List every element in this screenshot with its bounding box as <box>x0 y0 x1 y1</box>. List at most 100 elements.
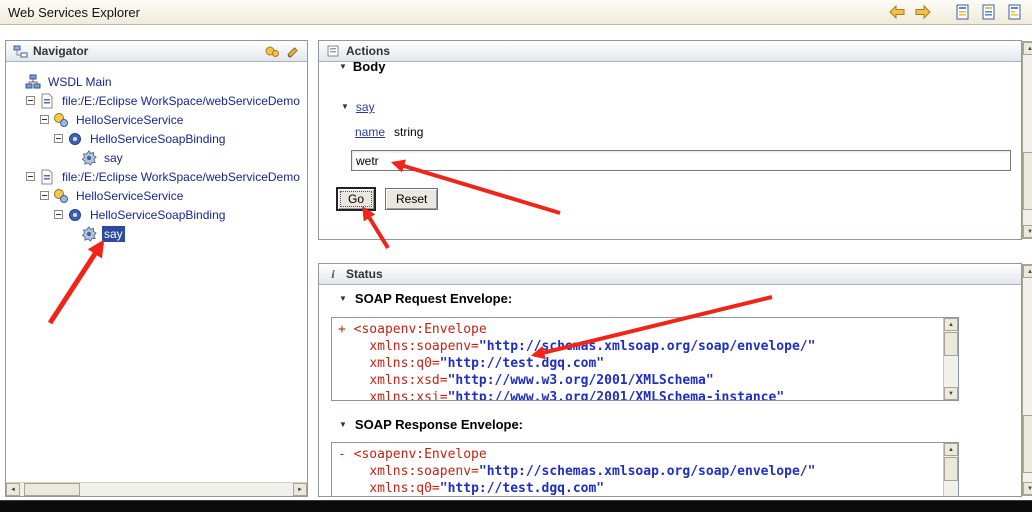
response-xml: - <soapenv:Envelope xmlns:soapenv="http:… <box>332 443 942 496</box>
response-label-row: ▼ SOAP Response Envelope: <box>339 417 523 432</box>
actions-panel: Actions ▼ Body ▼ say name string Go Rese… <box>318 40 1022 240</box>
collapse-toggle-icon[interactable] <box>40 115 49 124</box>
xml-line: xmlns:xsd="http://www.w3.org/2001/XMLSch… <box>369 373 714 388</box>
xml-line: xmlns:q0="http://test.dgq.com" <box>369 356 605 371</box>
launch-wizard-icon[interactable] <box>264 44 280 58</box>
scroll-right-icon[interactable]: ► <box>293 483 307 496</box>
clear-icon[interactable] <box>285 44 301 58</box>
tree-item-label: HelloServiceService <box>76 112 184 127</box>
operation-link[interactable]: say <box>356 100 375 114</box>
operation-icon <box>81 149 97 166</box>
wsil-page-icon[interactable] <box>1006 3 1024 21</box>
collapse-triangle-icon[interactable]: ▼ <box>341 103 349 111</box>
collapse-toggle-icon[interactable] <box>54 134 63 143</box>
body-section-label: Body <box>352 62 386 74</box>
xml-line: xmlns:soapenv="http://schemas.xmlsoap.or… <box>369 464 816 479</box>
back-arrow-icon[interactable] <box>888 3 906 21</box>
tree-item[interactable]: file:/E:/Eclipse WorkSpace/webServiceDem… <box>6 167 307 186</box>
tree-item[interactable]: file:/E:/Eclipse WorkSpace/webServiceDem… <box>6 91 307 110</box>
scroll-up-icon[interactable]: ▲ <box>944 443 958 456</box>
tree-item[interactable]: HelloServiceSoapBinding <box>6 129 307 148</box>
param-value-input[interactable] <box>351 150 1011 171</box>
request-label-row: ▼ SOAP Request Envelope: <box>339 291 512 306</box>
xml-line: xmlns:soapenv="http://schemas.xmlsoap.or… <box>369 339 816 354</box>
operation-icon <box>81 225 97 242</box>
navigator-header: Navigator <box>6 41 307 62</box>
tree-item-label: HelloServiceService <box>76 188 184 203</box>
scroll-down-icon[interactable]: ▼ <box>1023 225 1032 238</box>
param-name-link[interactable]: name <box>355 125 385 139</box>
collapse-triangle-icon[interactable]: ▼ <box>339 294 347 303</box>
binding-icon <box>67 131 83 147</box>
xml-line: xmlns:xsi="http://www.w3.org/2001/XMLSch… <box>369 390 785 400</box>
tree-item[interactable]: HelloServiceService <box>6 186 307 205</box>
status-vscrollbar[interactable]: ▲ ▼ <box>1022 264 1032 496</box>
scroll-down-icon[interactable]: ▼ <box>944 387 958 400</box>
navigator-hscrollbar[interactable]: ◄ ► <box>6 482 307 496</box>
scroll-up-icon[interactable]: ▲ <box>1023 42 1032 55</box>
body-section-row: ▼ Body <box>339 62 385 74</box>
tree-item-label: HelloServiceSoapBinding <box>90 131 226 146</box>
actions-content: ▼ Body ▼ say name string Go Reset <box>319 62 1021 239</box>
toolbar <box>888 3 1024 21</box>
scrollbar-thumb[interactable] <box>944 457 958 481</box>
xml-line: + <soapenv:Envelope <box>338 322 487 337</box>
scrollbar-thumb[interactable] <box>1023 415 1032 473</box>
tree-item-label: WSDL Main <box>48 74 112 89</box>
collapse-toggle-icon[interactable] <box>54 210 63 219</box>
title-bar: Web Services Explorer <box>0 0 1032 25</box>
page-title: Web Services Explorer <box>8 5 140 20</box>
reset-button[interactable]: Reset <box>385 188 439 210</box>
collapse-toggle-icon[interactable] <box>40 191 49 200</box>
actions-title: Actions <box>346 44 391 58</box>
status-title: Status <box>346 267 383 281</box>
scroll-up-icon[interactable]: ▲ <box>944 318 958 331</box>
binding-icon <box>67 207 83 223</box>
scrollbar-track[interactable] <box>20 483 293 496</box>
operation-row: ▼ say <box>341 100 375 114</box>
response-scrollbar[interactable]: ▲ ▼ <box>943 443 958 496</box>
request-xml: + <soapenv:Envelope xmlns:soapenv="http:… <box>332 318 942 400</box>
scroll-down-icon[interactable]: ▼ <box>1023 482 1032 495</box>
request-envelope-label: SOAP Request Envelope: <box>354 291 513 306</box>
wsdl-file-icon <box>39 93 55 109</box>
tree-item-label: file:/E:/Eclipse WorkSpace/webServiceDem… <box>62 93 300 108</box>
collapse-toggle-icon[interactable] <box>26 96 35 105</box>
collapse-triangle-icon[interactable]: ▼ <box>339 62 347 71</box>
scrollbar-thumb[interactable] <box>24 483 80 496</box>
request-scrollbar[interactable]: ▲ ▼ <box>943 318 958 400</box>
request-envelope-box: + <soapenv:Envelope xmlns:soapenv="http:… <box>331 317 959 401</box>
tree-item-label: say <box>102 225 125 242</box>
tree-item[interactable]: say <box>6 224 307 243</box>
service-icon <box>53 112 69 128</box>
actions-icon <box>325 44 341 58</box>
tree-item[interactable]: HelloServiceService <box>6 110 307 129</box>
tree-item-label: HelloServiceSoapBinding <box>90 207 226 222</box>
collapse-triangle-icon[interactable]: ▼ <box>339 420 347 429</box>
status-header: i Status <box>319 264 1021 285</box>
collapse-toggle-icon[interactable] <box>26 172 35 181</box>
navigator-panel: Navigator WSDL Main file:/E:/Eclipse Work… <box>5 40 308 497</box>
wsdl-page-icon[interactable] <box>954 3 972 21</box>
status-panel: i Status ▼ SOAP Request Envelope: + <soa… <box>318 263 1022 497</box>
scrollbar-thumb[interactable] <box>1023 152 1032 210</box>
xml-line: - <soapenv:Envelope <box>338 447 487 462</box>
navigator-title: Navigator <box>33 44 89 58</box>
go-button[interactable]: Go <box>337 188 376 210</box>
forward-arrow-icon[interactable] <box>914 3 932 21</box>
uddi-page-icon[interactable] <box>980 3 998 21</box>
service-icon <box>53 188 69 204</box>
tree-item-label: file:/E:/Eclipse WorkSpace/webServiceDem… <box>62 169 300 184</box>
tree-item[interactable]: say <box>6 148 307 167</box>
response-envelope-label: SOAP Response Envelope: <box>354 417 524 432</box>
navigator-icon <box>12 44 28 58</box>
xml-line: xmlns:q0="http://test.dgq.com" <box>369 481 605 496</box>
scroll-up-icon[interactable]: ▲ <box>1023 265 1032 278</box>
scroll-left-icon[interactable]: ◄ <box>6 483 20 496</box>
actions-vscrollbar[interactable]: ▲ ▼ <box>1022 41 1032 239</box>
info-icon: i <box>331 266 335 281</box>
scrollbar-thumb[interactable] <box>944 332 958 356</box>
param-row: name string <box>355 125 423 139</box>
tree-item[interactable]: WSDL Main <box>6 72 307 91</box>
tree-item[interactable]: HelloServiceSoapBinding <box>6 205 307 224</box>
